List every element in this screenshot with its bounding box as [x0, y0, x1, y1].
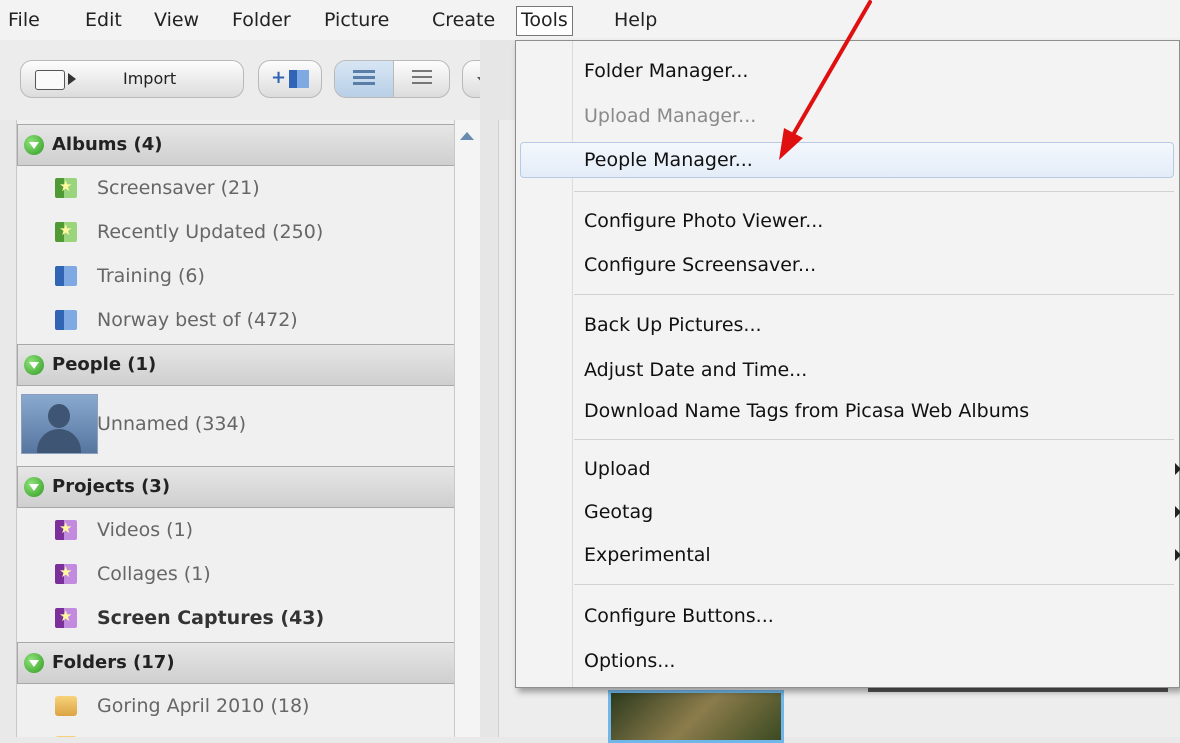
sidebar-scrollbar[interactable]	[454, 120, 482, 737]
add-album-icon: +	[271, 67, 287, 88]
project-item[interactable]: ★ Screen Captures (43)	[17, 598, 455, 638]
people-header-label: People (1)	[52, 354, 157, 375]
menu-edit[interactable]: Edit	[81, 6, 126, 34]
folder-icon	[55, 696, 77, 716]
scroll-up-arrow-icon[interactable]	[460, 132, 474, 140]
import-label: Import	[123, 69, 177, 88]
starred-album-icon: ★	[55, 222, 77, 242]
add-to-album-button[interactable]: +	[258, 60, 322, 98]
collapse-toggle-icon[interactable]	[24, 477, 44, 497]
collapse-toggle-icon[interactable]	[24, 653, 44, 673]
import-button[interactable]: Import	[20, 60, 244, 98]
toolbar: Import +	[0, 40, 515, 120]
menu-separator	[574, 191, 1174, 192]
menu-item-people-manager[interactable]: People Manager...	[516, 140, 1179, 180]
folder-label: Goring April 2010 (18)	[97, 695, 310, 717]
albums-header-label: Albums (4)	[52, 134, 163, 155]
menu-bar: File Edit View Folder Picture Create Too…	[0, 0, 1180, 40]
albums-header[interactable]: Albums (4)	[17, 124, 455, 166]
project-icon: ★	[55, 564, 77, 584]
photo-thumbnail[interactable]	[608, 690, 784, 743]
person-label: Unnamed (334)	[97, 413, 247, 435]
projects-header-label: Projects (3)	[52, 476, 171, 497]
menu-separator	[574, 439, 1174, 440]
project-label: Collages (1)	[97, 563, 211, 585]
tools-dropdown-menu: Folder Manager... Upload Manager... Peop…	[515, 40, 1180, 688]
tree-view-button[interactable]	[393, 61, 450, 97]
collapse-toggle-icon[interactable]	[24, 355, 44, 375]
projects-header[interactable]: Projects (3)	[17, 466, 455, 508]
folder-item[interactable]	[17, 726, 455, 737]
project-label: Videos (1)	[97, 519, 194, 541]
person-avatar	[21, 394, 98, 454]
project-icon: ★	[55, 520, 77, 540]
collapse-toggle-icon[interactable]	[24, 135, 44, 155]
menu-item-folder-manager[interactable]: Folder Manager...	[516, 51, 1179, 91]
album-item[interactable]: ★ Screensaver (21)	[17, 168, 455, 208]
menu-item-download-name-tags[interactable]: Download Name Tags from Picasa Web Album…	[516, 391, 1179, 431]
menu-item-configure-photo-viewer[interactable]: Configure Photo Viewer...	[516, 201, 1179, 241]
menu-item-configure-screensaver[interactable]: Configure Screensaver...	[516, 245, 1179, 285]
camera-icon	[35, 70, 65, 90]
album-label: Training (6)	[97, 265, 205, 287]
album-label: Screensaver (21)	[97, 177, 260, 199]
folder-item[interactable]: Goring April 2010 (18)	[17, 686, 455, 726]
album-label: Norway best of (472)	[97, 309, 298, 331]
menu-create[interactable]: Create	[428, 6, 499, 34]
album-icon	[55, 266, 77, 286]
menu-item-geotag[interactable]: Geotag	[516, 492, 1180, 532]
submenu-arrow-icon	[1175, 549, 1180, 561]
menu-folder[interactable]: Folder	[228, 6, 295, 34]
folders-header-label: Folders (17)	[52, 652, 175, 673]
play-arrow-icon	[68, 73, 76, 85]
menu-help[interactable]: Help	[610, 6, 661, 34]
album-item[interactable]: ★ Recently Updated (250)	[17, 212, 455, 252]
menu-item-options[interactable]: Options...	[516, 641, 1179, 681]
menu-picture[interactable]: Picture	[320, 6, 393, 34]
menu-item-adjust-date-time[interactable]: Adjust Date and Time...	[516, 350, 1179, 390]
menu-item-back-up-pictures[interactable]: Back Up Pictures...	[516, 305, 1179, 345]
folders-header[interactable]: Folders (17)	[17, 642, 455, 684]
menu-tools[interactable]: Tools	[516, 6, 573, 36]
menu-view[interactable]: View	[150, 6, 203, 34]
project-item[interactable]: ★ Videos (1)	[17, 510, 455, 550]
menu-item-upload[interactable]: Upload	[516, 449, 1180, 489]
library-sidebar: Albums (4) ★ Screensaver (21) ★ Recently…	[16, 120, 455, 737]
tree-view-icon	[412, 70, 432, 88]
project-label: Screen Captures (43)	[97, 607, 325, 629]
menu-separator	[574, 584, 1174, 585]
album-item[interactable]: Training (6)	[17, 256, 455, 296]
view-mode-group	[334, 60, 450, 98]
menu-item-configure-buttons[interactable]: Configure Buttons...	[516, 596, 1179, 636]
menu-item-upload-manager: Upload Manager...	[584, 105, 757, 127]
list-view-icon	[353, 70, 375, 88]
album-icon	[55, 310, 77, 330]
menu-item-experimental[interactable]: Experimental	[516, 535, 1180, 575]
album-item[interactable]: Norway best of (472)	[17, 300, 455, 340]
album-label: Recently Updated (250)	[97, 221, 324, 243]
project-icon: ★	[55, 608, 77, 628]
person-item[interactable]: Unnamed (334)	[17, 388, 455, 460]
project-item[interactable]: ★ Collages (1)	[17, 554, 455, 594]
menu-file[interactable]: File	[4, 6, 44, 34]
menu-separator	[574, 294, 1174, 295]
submenu-arrow-icon	[1175, 463, 1180, 475]
starred-album-icon: ★	[55, 178, 77, 198]
people-header[interactable]: People (1)	[17, 344, 455, 386]
album-icon	[289, 70, 309, 88]
list-view-button[interactable]	[335, 61, 393, 97]
submenu-arrow-icon	[1175, 506, 1180, 518]
